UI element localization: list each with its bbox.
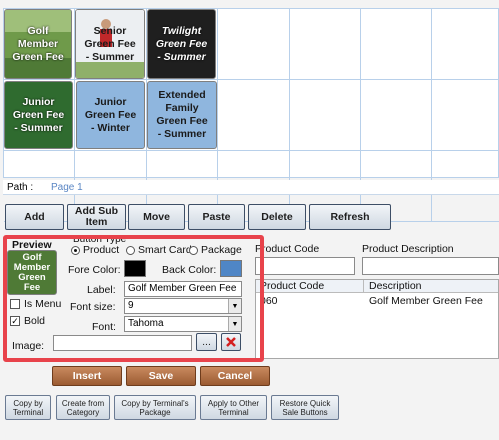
grid-cell[interactable] [432,80,499,151]
grid-cell[interactable] [361,80,433,151]
copy-by-terminal-package-button[interactable]: Copy by Terminal's Package [114,395,196,420]
type-smart-card-label: Smart Card [138,244,192,256]
tile-junior-green-fee-winter[interactable]: Junior Green Fee - Winter [76,81,145,149]
tile-label: Junior Green Fee - Winter [84,95,137,134]
product-table: Product Code Description 060 Golf Member… [255,279,499,359]
font-size-select[interactable]: 9 ▼ [124,298,242,314]
back-color-swatch[interactable] [220,260,242,277]
image-label: Image: [12,340,45,352]
fore-color-label: Fore Color: [68,264,121,276]
column-divider [363,280,364,293]
copy-by-terminal-button[interactable]: Copy by Terminal [5,395,51,420]
type-package-label: Package [201,244,242,256]
tile-label: Golf Member Green Fee [12,24,64,63]
delete-button[interactable]: Delete [248,204,306,230]
grid-cell[interactable] [218,80,290,151]
is-menu-checkbox[interactable] [10,299,20,309]
type-smart-card-radio[interactable] [126,246,135,255]
grid-cell[interactable] [289,9,361,80]
add-sub-item-button[interactable]: Add Sub Item [67,204,126,230]
cancel-button[interactable]: Cancel [200,366,270,386]
font-value: Tahoma [128,318,164,329]
row-code: 060 [260,295,278,307]
grid-cell[interactable] [289,80,361,151]
paste-button[interactable]: Paste [188,204,245,230]
bold-checkbox[interactable]: ✓ [10,316,20,326]
type-product-label: Product [83,244,120,256]
save-button[interactable]: Save [126,366,196,386]
path-bar: Path : Page 1 [3,180,499,195]
clear-image-button[interactable] [221,333,241,351]
tile-label: Twilight Green Fee - Summer [155,24,208,63]
apply-to-other-terminal-button[interactable]: Apply to Other Terminal [200,395,267,420]
tile-golf-member-green-fee[interactable]: Golf Member Green Fee [4,9,72,79]
tile-extended-family-green-fee-summer[interactable]: Extended Family Green Fee - Summer [147,81,217,149]
product-code-label: Product Code [255,243,320,255]
refresh-button[interactable]: Refresh [309,204,391,230]
table-header: Product Code Description [256,280,498,293]
create-from-category-button[interactable]: Create from Category [56,395,110,420]
product-code-input[interactable] [255,257,355,275]
font-size-value: 9 [128,300,134,311]
column-header-code[interactable]: Product Code [260,280,324,292]
label-field-label: Label: [87,284,116,296]
bold-label: Bold [24,315,46,327]
product-description-label: Product Description [362,243,454,255]
font-label: Font: [92,321,116,333]
chevron-down-icon: ▼ [228,317,241,331]
tile-twilight-green-fee-summer[interactable]: Twilight Green Fee - Summer [147,9,216,79]
type-package-radio[interactable] [189,246,198,255]
tile-label: Extended Family Green Fee - Summer [156,89,208,140]
grid-cell[interactable] [361,9,433,80]
browse-button[interactable]: ... [196,333,217,351]
tile-label: Junior Green Fee - Summer [12,95,65,134]
chevron-down-icon: ▼ [228,299,241,313]
table-row[interactable]: 060 Golf Member Green Fee [256,294,498,308]
product-description-input[interactable] [362,257,499,275]
add-button[interactable]: Add [5,204,64,230]
grid-cell[interactable] [218,9,290,80]
back-color-label: Back Color: [162,264,217,276]
label-input[interactable]: Golf Member Green Fee [124,281,242,297]
grid-cell[interactable] [432,9,499,80]
move-button[interactable]: Move [128,204,185,230]
font-size-label: Font size: [70,301,116,313]
type-product-radio[interactable] [71,246,80,255]
tile-senior-green-fee-summer[interactable]: Senior Green Fee - Summer [75,9,145,79]
tile-junior-green-fee-summer[interactable]: Junior Green Fee - Summer [4,81,73,149]
path-label: Path : [7,182,34,193]
restore-quick-sale-buttons-button[interactable]: Restore Quick Sale Buttons [271,395,339,420]
insert-button[interactable]: Insert [52,366,122,386]
column-header-description[interactable]: Description [369,280,422,292]
preview-text: Golf Member Green Fee [13,251,51,293]
button-preview: Golf Member Green Fee [7,250,57,295]
tile-label: Senior Green Fee - Summer [84,24,136,63]
row-description: Golf Member Green Fee [369,295,483,307]
path-value[interactable]: Page 1 [51,182,83,193]
red-x-icon [226,337,236,347]
is-menu-label: Is Menu [24,298,62,310]
font-select[interactable]: Tahoma ▼ [124,316,242,332]
fore-color-swatch[interactable] [124,260,146,277]
image-path-input[interactable] [53,335,192,351]
